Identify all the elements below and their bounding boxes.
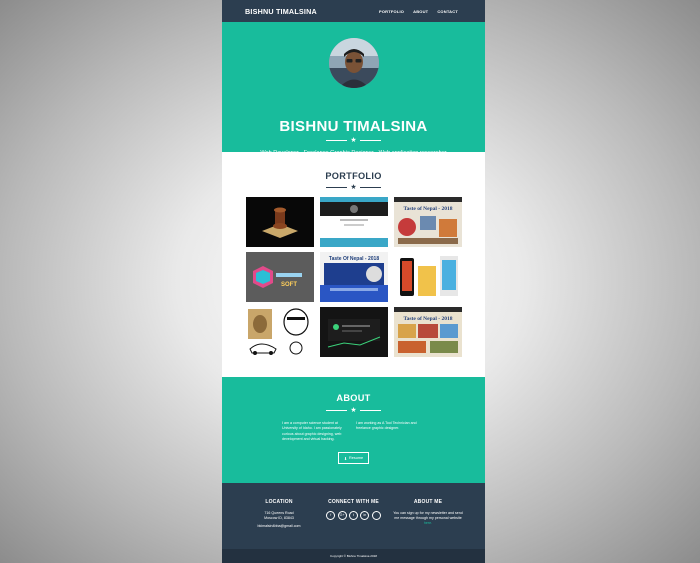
svg-text:Taste Of Nepal - 2018: Taste Of Nepal - 2018 — [329, 256, 379, 262]
nav-item-portfolio[interactable]: PORTFOLIO — [379, 9, 404, 14]
about-left-text: I am a computer science student at Unive… — [282, 421, 342, 441]
copyright: Copyright © Bishnu Timalsina 2018 — [222, 549, 485, 563]
portfolio-item-5[interactable]: Taste Of Nepal - 2018 — [320, 252, 388, 302]
nav-item-contact[interactable]: CONTACT — [437, 9, 458, 14]
footer-connect: CONNECT WITH ME f G+ t in — [318, 499, 389, 520]
star-icon: ★ — [350, 184, 357, 191]
avatar — [329, 38, 379, 88]
footer-location: LOCATION 716 Queens Road Moscow ID, 8384… — [244, 499, 314, 529]
download-icon: ⬇ — [343, 456, 348, 461]
portfolio-item-2[interactable] — [320, 197, 388, 247]
twitter-icon[interactable]: t — [349, 511, 358, 520]
about-title: ABOUT — [336, 393, 371, 403]
location-line-2: Moscow ID, 83843 — [264, 516, 294, 520]
nav-menu: PORTFOLIO ABOUT CONTACT — [379, 9, 458, 14]
star-icon: ★ — [350, 137, 357, 144]
connect-title: CONNECT WITH ME — [328, 499, 379, 505]
resume-label: Resume — [349, 456, 364, 460]
brand-link[interactable]: BISHNU TIMALSINA — [245, 7, 317, 16]
facebook-icon[interactable]: f — [326, 511, 336, 520]
about-divider: ★ — [222, 407, 485, 414]
linkedin-icon[interactable]: in — [360, 511, 370, 520]
portfolio-item-9[interactable]: Taste of Nepal - 2018 — [394, 307, 462, 357]
star-icon: ★ — [350, 407, 357, 414]
navbar: BISHNU TIMALSINA PORTFOLIO ABOUT CONTACT — [222, 0, 485, 22]
nav-item-about[interactable]: ABOUT — [413, 9, 428, 14]
aboutme-link[interactable]: here. — [424, 521, 432, 525]
portfolio-item-4[interactable]: SOFT — [246, 252, 314, 302]
footer: LOCATION 716 Queens Road Moscow ID, 8384… — [222, 483, 485, 549]
portfolio-item-3[interactable]: Taste of Nepal - 2018 — [394, 197, 462, 247]
resume-button[interactable]: ⬇ Resume — [338, 452, 369, 464]
svg-text:SOFT: SOFT — [281, 282, 297, 288]
dribbble-icon[interactable] — [371, 511, 381, 520]
portfolio-item-7[interactable] — [246, 307, 314, 357]
about-section: ABOUT ★ I am a computer science student … — [222, 377, 485, 483]
portfolio-item-6[interactable] — [394, 252, 462, 302]
hero-title: BISHNU TIMALSINA — [279, 118, 428, 135]
location-email: bkimalsin4bba@gmail.com — [257, 524, 301, 528]
svg-text:Taste of Nepal - 2018: Taste of Nepal - 2018 — [404, 206, 453, 212]
portfolio-item-8[interactable] — [320, 307, 388, 357]
about-right-text: I am working as A Tool Technician and fr… — [356, 421, 417, 431]
aboutme-text: You can sign up for my newsletter and se… — [393, 511, 463, 520]
hero-divider: ★ — [222, 137, 485, 144]
hero-section: BISHNU TIMALSINA ★ Web Developer - Freel… — [222, 22, 485, 156]
svg-text:Taste of Nepal - 2018: Taste of Nepal - 2018 — [404, 316, 453, 322]
footer-about-me: ABOUT ME You can sign up for my newslett… — [393, 499, 463, 526]
aboutme-title: ABOUT ME — [413, 499, 443, 505]
portfolio-divider: ★ — [222, 184, 485, 191]
social-links: f G+ t in — [318, 511, 389, 520]
portfolio-section: PORTFOLIO ★ Taste of Nepal - 2018 SOFT T… — [222, 152, 485, 377]
location-title: LOCATION — [265, 499, 293, 505]
page: BISHNU TIMALSINA PORTFOLIO ABOUT CONTACT… — [222, 0, 485, 563]
google-plus-icon[interactable]: G+ — [337, 511, 347, 520]
portfolio-item-1[interactable] — [246, 197, 314, 247]
portfolio-title: PORTFOLIO — [325, 171, 382, 181]
